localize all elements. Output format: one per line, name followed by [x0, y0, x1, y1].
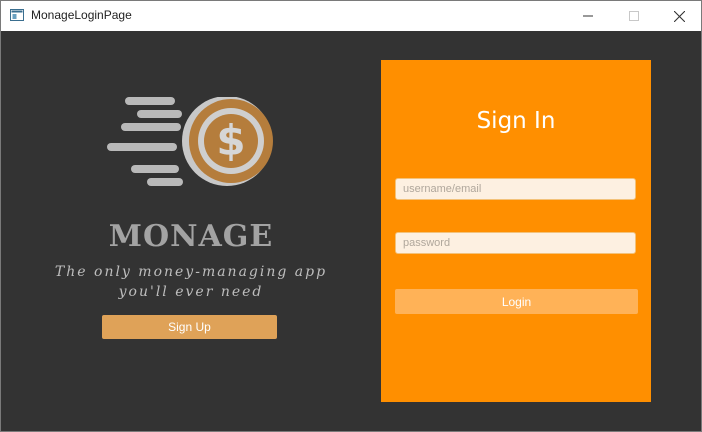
app-icon: [10, 9, 24, 21]
app-window: MonageLoginPage $ MONAGE The only money-…: [0, 0, 702, 432]
signup-button[interactable]: Sign Up: [102, 315, 277, 339]
brand-title: MONAGE: [108, 219, 274, 254]
close-button[interactable]: [656, 1, 701, 31]
tagline-line-1: The only money-managing app: [54, 264, 328, 280]
tagline-line-2: you'll ever need: [118, 284, 264, 300]
username-field[interactable]: [395, 178, 636, 200]
main-content: $ MONAGE The only money-managing app you…: [1, 31, 701, 431]
money-speed-icon: $: [107, 97, 273, 186]
tagline: The only money-managing app you'll ever …: [41, 262, 341, 302]
window-title: MonageLoginPage: [31, 8, 132, 22]
title-bar[interactable]: MonageLoginPage: [1, 1, 701, 31]
login-button[interactable]: Login: [395, 289, 638, 314]
maximize-icon: [629, 11, 639, 21]
minimize-button[interactable]: [565, 1, 611, 31]
password-field[interactable]: [395, 232, 636, 254]
close-icon: [673, 10, 685, 22]
svg-text:$: $: [216, 116, 245, 165]
maximize-button[interactable]: [611, 1, 657, 31]
minimize-icon: [583, 15, 593, 17]
signin-title: Sign In: [476, 108, 556, 134]
signin-panel: Sign In Login: [381, 60, 651, 402]
